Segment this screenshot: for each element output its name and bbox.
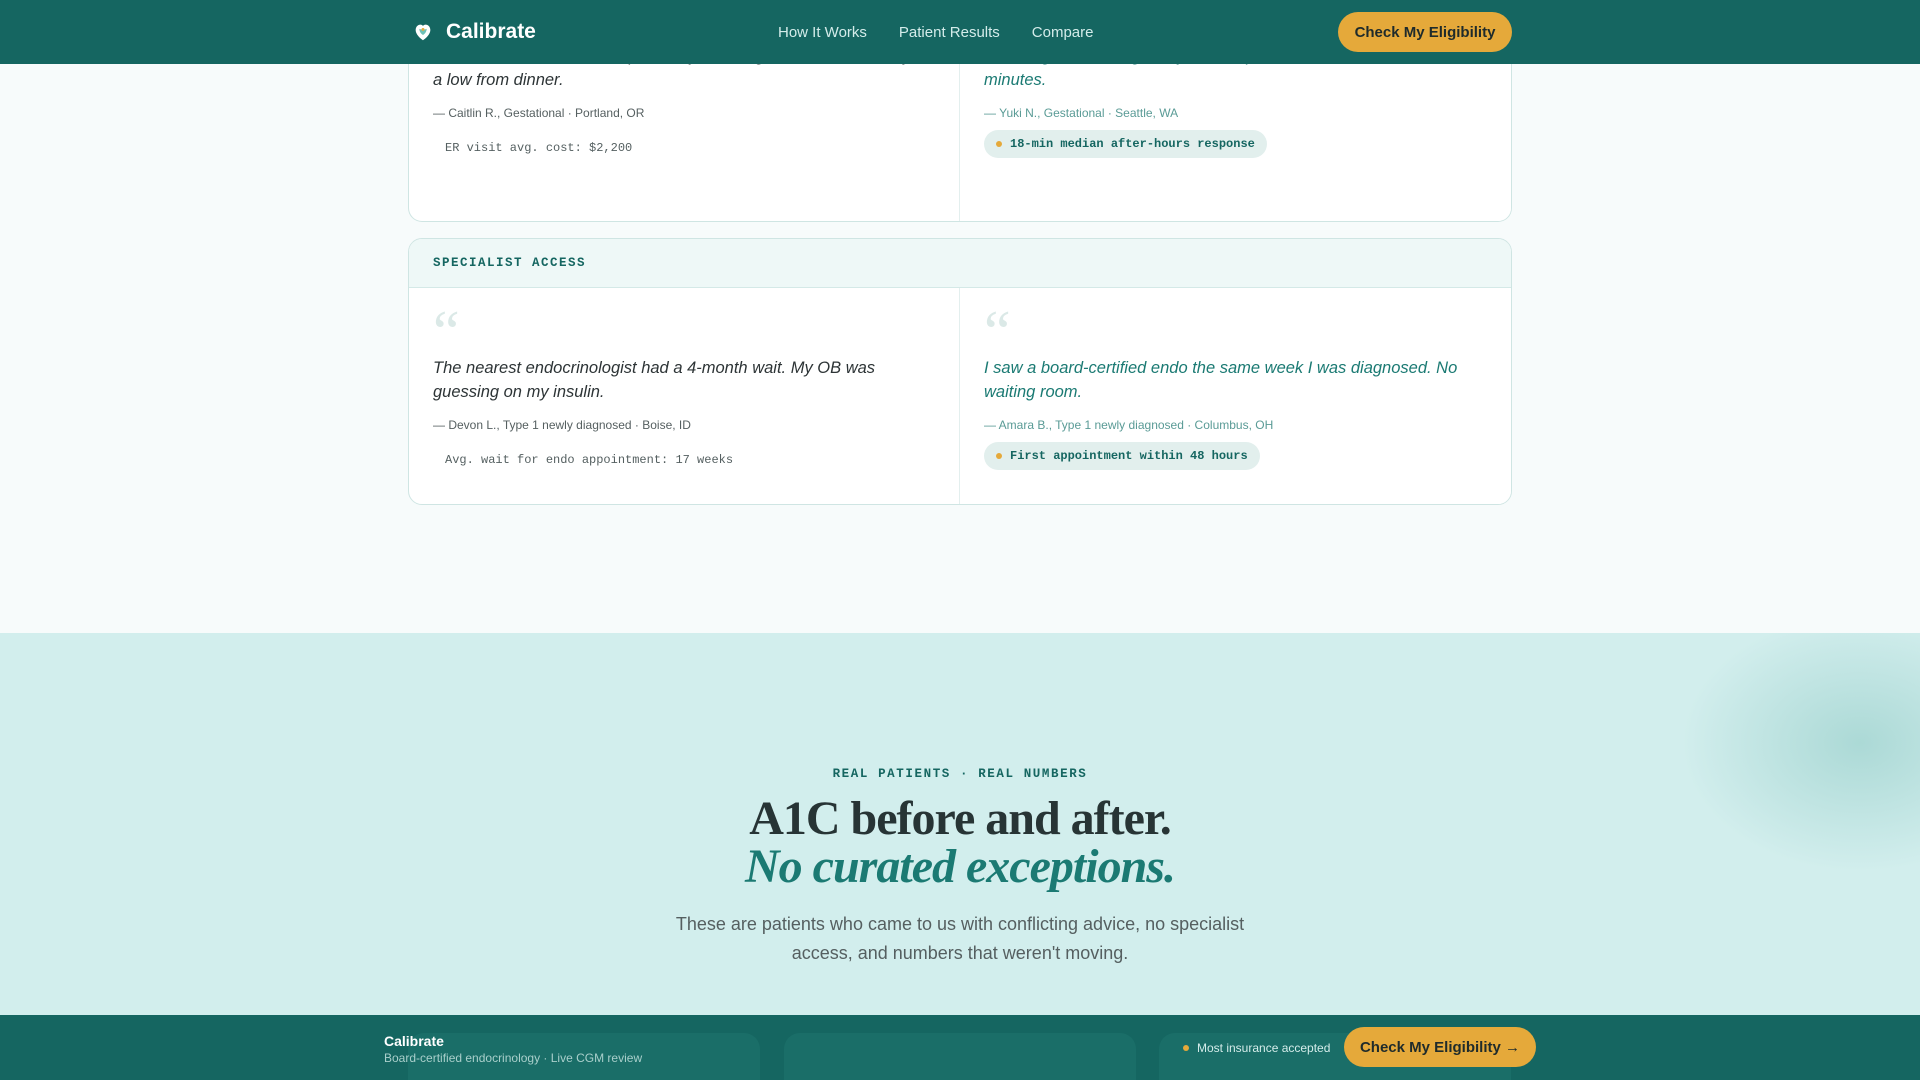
comparison-column-before: “ The nearest endocrinologist had a 4-mo… [409,288,960,504]
nav-links: How It Works Patient Results Compare [778,0,1094,64]
stat-badge-label: 18-min median after-hours response [1010,137,1255,151]
brand-name: Calibrate [446,20,536,43]
patient-results-section: REAL PATIENTS · REAL NUMBERS A1C before … [0,633,1920,1080]
result-card-peek [784,1033,1136,1080]
heart-shield-icon [415,24,431,41]
status-dot-icon [996,141,1002,147]
check-eligibility-button[interactable]: Check My Eligibility [1338,12,1512,52]
testimonial-attribution: — Yuki N., Gestational · Seattle, WA [984,106,1179,120]
nav-link-compare[interactable]: Compare [1032,24,1094,41]
status-dot-icon [996,453,1002,459]
nav-link-how-it-works[interactable]: How It Works [778,24,867,41]
status-dot-icon [1183,1045,1189,1051]
insurance-note-label: Most insurance accepted [1197,1041,1331,1055]
brand-logo[interactable]: Calibrate [412,0,536,64]
comparison-column-calibrate: “ I saw a board-certified endo the same … [960,288,1511,504]
stat-badge: First appointment within 48 hours [984,442,1260,470]
sticky-subtitle: Board-certified endocrinology · Live CGM… [384,1051,643,1065]
testimonial-attribution: — Caitlin R., Gestational · Portland, OR [433,106,645,120]
card-columns: “ The nearest endocrinologist had a 4-mo… [409,288,1511,504]
top-nav: Calibrate How It Works Patient Results C… [0,0,1920,64]
stat-note: Avg. wait for endo appointment: 17 weeks [445,453,734,467]
testimonial-quote: The nearest endocrinologist had a 4-mont… [433,359,876,401]
stat-badge: 18-min median after-hours response [984,130,1267,158]
sticky-brand-name: Calibrate [384,1033,444,1049]
testimonial-attribution: — Devon L., Type 1 newly diagnosed · Boi… [433,418,691,432]
section-headline-italic: No curated exceptions. [745,840,1176,893]
testimonial-attribution: — Amara B., Type 1 newly diagnosed · Col… [984,418,1274,432]
quote-mark-icon: “ [433,299,460,365]
quote-mark-icon: “ [984,299,1011,365]
comparison-card-specialist-access: SPECIALIST ACCESS “ The nearest endocrin… [408,238,1512,505]
sticky-check-eligibility-button[interactable]: Check My Eligibility → [1344,1027,1536,1067]
section-headline: A1C before and after. [749,792,1172,845]
section-description: These are patients who came to us with c… [675,914,1245,963]
insurance-note: Most insurance accepted [1183,1041,1330,1055]
testimonial-quote: I saw a board-certified endo the same we… [984,359,1458,401]
stat-badge-label: First appointment within 48 hours [1010,449,1248,463]
card-header: SPECIALIST ACCESS [409,239,1511,288]
section-eyebrow: REAL PATIENTS · REAL NUMBERS [832,767,1088,781]
stat-note: ER visit avg. cost: $2,200 [445,141,633,155]
nav-link-patient-results[interactable]: Patient Results [899,24,1000,41]
sticky-cta-bar: Calibrate Board-certified endocrinology … [0,1015,1920,1080]
